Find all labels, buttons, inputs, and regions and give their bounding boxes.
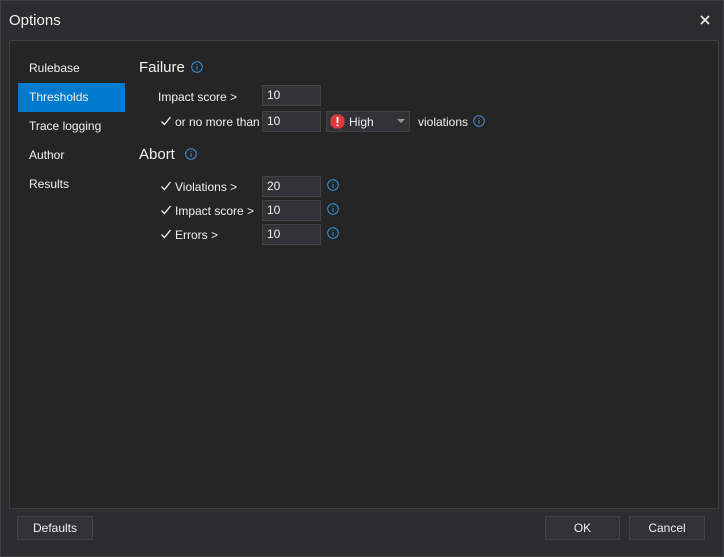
title-bar: Options xyxy=(1,1,723,39)
failure-section-title: Failure xyxy=(139,59,185,76)
info-icon[interactable] xyxy=(327,179,339,191)
abort-errors-checkbox[interactable] xyxy=(160,228,172,240)
abort-impact-score-label: Impact score > xyxy=(175,204,255,218)
check-icon xyxy=(161,205,172,215)
abort-violations-input[interactable] xyxy=(262,176,321,197)
info-icon[interactable] xyxy=(473,115,485,127)
check-icon xyxy=(161,229,172,239)
ok-button[interactable]: OK xyxy=(545,516,620,540)
abort-violations-checkbox[interactable] xyxy=(160,180,172,192)
abort-impact-score-checkbox[interactable] xyxy=(160,204,172,216)
chevron-down-icon xyxy=(397,119,405,123)
sidebar-item-thresholds[interactable]: Thresholds xyxy=(18,83,125,112)
info-icon[interactable] xyxy=(327,203,339,215)
cancel-button[interactable]: Cancel xyxy=(629,516,705,540)
failure-impact-score-label: Impact score > xyxy=(158,90,238,104)
info-icon[interactable] xyxy=(185,148,197,160)
info-icon[interactable] xyxy=(191,61,203,73)
close-button[interactable] xyxy=(695,10,715,30)
sidebar-item-trace-logging[interactable]: Trace logging xyxy=(18,112,125,141)
or-no-more-than-checkbox[interactable] xyxy=(160,115,172,127)
abort-impact-score-input[interactable] xyxy=(262,200,321,221)
sidebar-nav: Rulebase Thresholds Trace logging Author… xyxy=(18,54,125,199)
dialog-title: Options xyxy=(9,12,61,29)
abort-errors-label: Errors > xyxy=(175,228,219,242)
or-no-more-than-input[interactable] xyxy=(262,111,321,132)
defaults-button[interactable]: Defaults xyxy=(17,516,93,540)
check-icon xyxy=(161,116,172,126)
abort-section-title: Abort xyxy=(139,146,175,163)
violations-label: violations xyxy=(418,115,469,129)
check-icon xyxy=(161,181,172,191)
sidebar-item-rulebase[interactable]: Rulebase xyxy=(18,54,125,83)
abort-violations-label: Violations > xyxy=(175,180,238,194)
failure-impact-score-input[interactable] xyxy=(262,85,321,106)
content-panel: Rulebase Thresholds Trace logging Author… xyxy=(9,40,719,509)
or-no-more-than-label: or no more than xyxy=(175,115,260,129)
info-icon[interactable] xyxy=(327,227,339,239)
sidebar-item-author[interactable]: Author xyxy=(18,141,125,170)
severity-select[interactable]: High xyxy=(326,111,410,132)
severity-selected-value: High xyxy=(349,115,374,129)
options-dialog: Options Rulebase Thresholds Trace loggin… xyxy=(0,0,724,557)
close-icon xyxy=(700,15,710,25)
abort-errors-input[interactable] xyxy=(262,224,321,245)
exclamation-circle-icon xyxy=(330,114,345,129)
sidebar-item-results[interactable]: Results xyxy=(18,170,125,199)
